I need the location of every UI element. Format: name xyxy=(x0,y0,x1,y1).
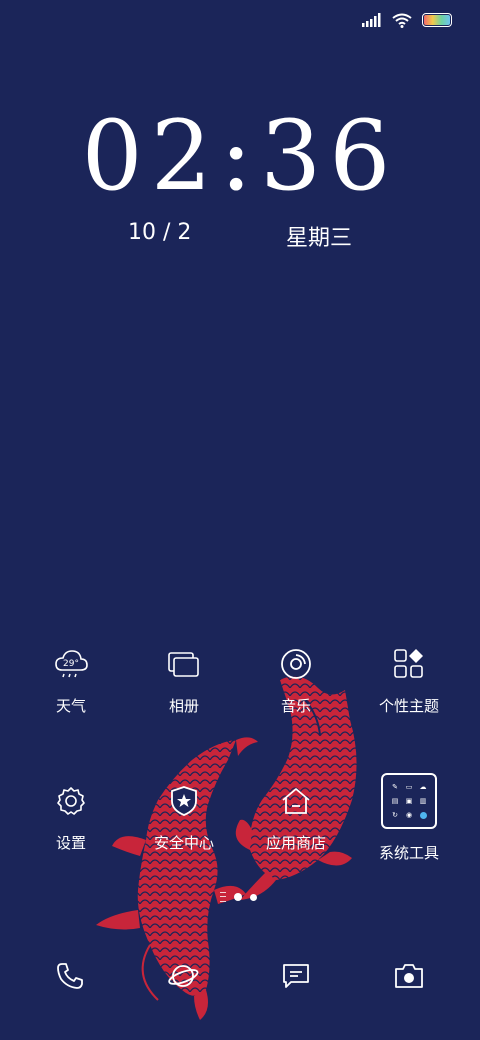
app-label: 系统工具 xyxy=(378,844,439,862)
mini-eye-icon: ◉ xyxy=(405,811,413,819)
messages-icon xyxy=(283,964,309,988)
mini-file-icon: ▤ xyxy=(391,797,399,805)
weather-icon: 29° xyxy=(15,644,127,684)
status-bar xyxy=(362,10,452,30)
mini-dot-icon xyxy=(417,809,429,821)
dock-camera[interactable] xyxy=(379,956,439,996)
mini-refresh-icon: ↻ xyxy=(392,811,398,819)
signal-icon xyxy=(362,13,381,27)
system-tools-folder: ✎ ▭ ☁ ▤ ▣ ▥ ↻ ◉ xyxy=(353,771,465,831)
clock-time[interactable]: 02:36 xyxy=(0,108,480,204)
music-icon xyxy=(240,644,352,684)
dock-messages[interactable] xyxy=(266,956,326,996)
page-indicator[interactable] xyxy=(220,892,257,902)
app-label: 音乐 xyxy=(280,697,311,715)
weather-temp: 29° xyxy=(63,659,79,669)
battery-icon xyxy=(422,13,452,27)
app-weather[interactable]: 29° 天气 xyxy=(15,644,127,716)
app-system-tools-folder[interactable]: ✎ ▭ ☁ ▤ ▣ ▥ ↻ ◉ 系统工具 xyxy=(353,771,465,863)
app-label: 设置 xyxy=(55,834,86,852)
security-icon xyxy=(128,781,240,821)
mini-edit-icon: ✎ xyxy=(392,783,398,791)
app-settings[interactable]: 设置 xyxy=(15,781,127,853)
themes-icon xyxy=(353,644,465,684)
app-music[interactable]: 音乐 xyxy=(240,644,352,716)
page-dot-active xyxy=(234,893,242,901)
app-store-icon xyxy=(240,781,352,821)
browser-icon xyxy=(168,965,199,987)
dock-browser[interactable] xyxy=(153,956,213,996)
app-themes[interactable]: 个性主题 xyxy=(353,644,465,716)
clock-weekday: 星期三 xyxy=(286,226,353,251)
app-label: 个性主题 xyxy=(378,697,439,715)
settings-icon xyxy=(15,781,127,821)
app-store[interactable]: 应用商店 xyxy=(240,781,352,853)
wifi-icon xyxy=(392,13,412,28)
page-indicator-minus-one xyxy=(220,892,226,902)
mini-cloud-icon: ☁ xyxy=(419,783,427,791)
app-security-center[interactable]: 安全中心 xyxy=(128,781,240,853)
app-label: 安全中心 xyxy=(153,834,214,852)
mini-doc-icon: ▥ xyxy=(419,797,427,805)
app-gallery[interactable]: 相册 xyxy=(128,644,240,716)
camera-icon xyxy=(395,964,423,988)
app-label: 相册 xyxy=(168,697,199,715)
phone-icon xyxy=(57,963,83,989)
gallery-icon xyxy=(128,644,240,684)
dock-phone[interactable] xyxy=(40,956,100,996)
page-dot xyxy=(250,893,257,901)
mini-note-icon: ▣ xyxy=(405,797,413,805)
app-label: 天气 xyxy=(55,697,86,715)
mini-card-icon: ▭ xyxy=(405,783,413,791)
app-label: 应用商店 xyxy=(265,834,326,852)
clock-date: 10 / 2 xyxy=(128,220,192,245)
